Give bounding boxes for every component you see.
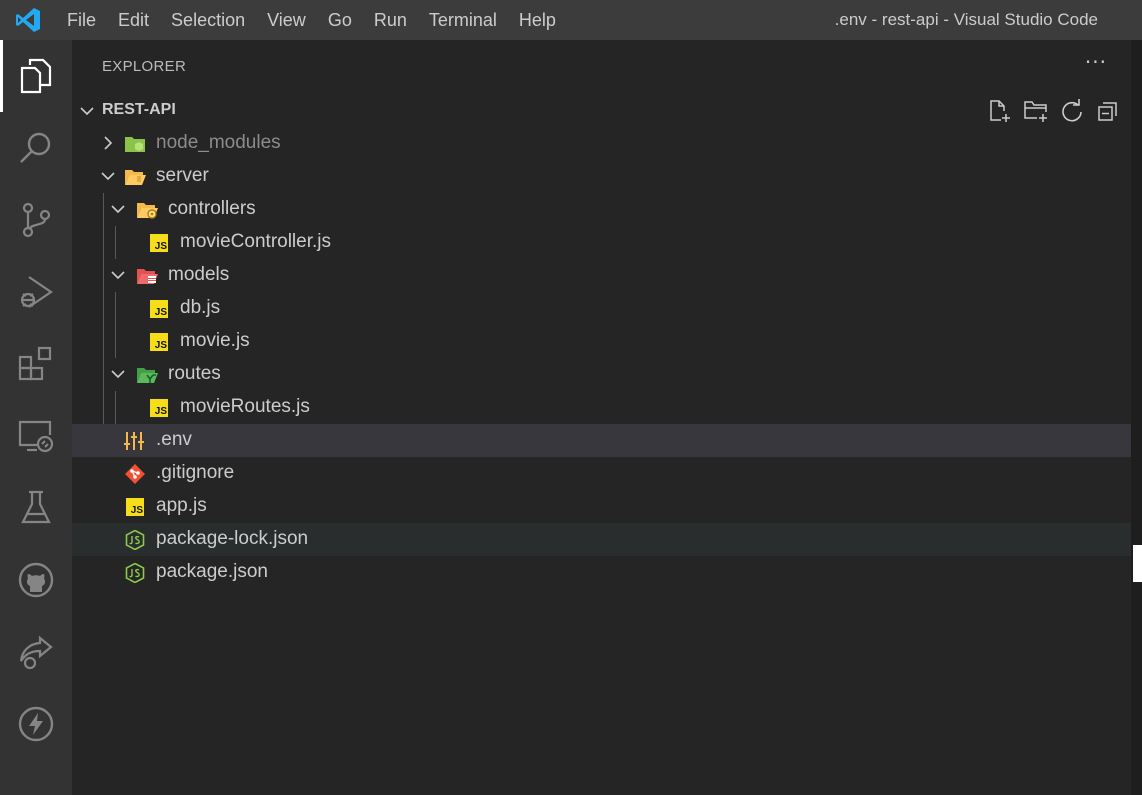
explorer-title: EXPLORER (102, 58, 187, 75)
window-title: .env - rest-api - Visual Studio Code (834, 10, 1098, 29)
tree-item-label: server (156, 165, 209, 186)
tree-item-label: .env (156, 429, 192, 450)
tree-item-label: routes (168, 363, 221, 384)
title-bar: File Edit Selection View Go Run Terminal… (0, 0, 1142, 40)
remote-explorer-icon[interactable] (0, 400, 72, 472)
chevron-down-icon (111, 271, 125, 280)
activity-bar (0, 40, 72, 795)
tree-item-gitignore[interactable]: .gitignore (72, 457, 1131, 490)
vscode-logo-icon (0, 0, 56, 40)
tree-item-label: movieRoutes.js (180, 396, 310, 417)
tree-item-label: db.js (180, 297, 221, 318)
tree-item-label: node_modules (156, 132, 281, 153)
js-file-icon: JS (150, 234, 168, 252)
controllers-folder-icon (137, 203, 158, 219)
tree-item-app-js[interactable]: JS app.js (72, 490, 1131, 523)
chevron-down-icon (80, 107, 94, 116)
menu-bar: File Edit Selection View Go Run Terminal… (56, 0, 567, 40)
chevron-down-icon (111, 205, 125, 214)
nodejs-file-icon (125, 563, 145, 583)
explorer-icon[interactable] (0, 40, 72, 112)
workspace-root[interactable]: REST-API (72, 94, 1131, 127)
more-actions-icon[interactable]: ··· (1085, 50, 1107, 74)
tree-item-label: package-lock.json (156, 528, 309, 549)
menu-file[interactable]: File (56, 0, 107, 40)
collapse-all-icon[interactable] (1095, 98, 1121, 124)
menu-help[interactable]: Help (508, 0, 567, 40)
tree-item-models[interactable]: models (72, 259, 1131, 292)
js-file-icon: JS (150, 300, 168, 318)
menu-terminal[interactable]: Terminal (418, 0, 508, 40)
js-file-icon: JS (150, 333, 168, 351)
tree-item-movieroutes-js[interactable]: JS movieRoutes.js (72, 391, 1131, 424)
js-file-icon: JS (126, 498, 144, 516)
menu-go[interactable]: Go (317, 0, 363, 40)
tree-item-label: controllers (168, 198, 256, 219)
menu-edit[interactable]: Edit (107, 0, 160, 40)
chevron-down-icon (101, 172, 115, 181)
tree-item-label: models (168, 264, 230, 285)
github-icon[interactable] (0, 544, 72, 616)
tree-item-movie-js[interactable]: JS movie.js (72, 325, 1131, 358)
explorer-panel: EXPLORER ··· REST-API node_modules serve… (72, 40, 1131, 795)
node-folder-icon (125, 137, 145, 152)
editor-area-edge (1131, 40, 1142, 795)
extensions-icon[interactable] (0, 328, 72, 400)
nodejs-file-icon (125, 530, 145, 550)
run-debug-icon[interactable] (0, 256, 72, 328)
chevron-right-icon (104, 136, 113, 150)
folder-open-icon (125, 170, 146, 185)
tree-item-controllers[interactable]: controllers (72, 193, 1131, 226)
workspace-root-label: REST-API (102, 101, 176, 118)
models-folder-icon (137, 269, 158, 284)
chevron-down-icon (111, 370, 125, 379)
testing-icon[interactable] (0, 472, 72, 544)
menu-run[interactable]: Run (363, 0, 418, 40)
tree-item-env[interactable]: .env (72, 424, 1131, 457)
tree-item-label: package.json (156, 561, 268, 582)
env-file-icon (124, 432, 144, 450)
tree-item-label: movieController.js (180, 231, 331, 252)
new-folder-icon[interactable] (1023, 98, 1049, 124)
js-file-icon: JS (150, 399, 168, 417)
tree-item-routes[interactable]: routes (72, 358, 1131, 391)
menu-selection[interactable]: Selection (160, 0, 256, 40)
tree-item-server[interactable]: server (72, 160, 1131, 193)
source-control-icon[interactable] (0, 184, 72, 256)
tree-item-package-lock-json[interactable]: package-lock.json (72, 523, 1131, 556)
menu-view[interactable]: View (256, 0, 317, 40)
new-file-icon[interactable] (987, 98, 1013, 124)
git-file-icon (125, 464, 145, 484)
tree-item-package-json[interactable]: package.json (72, 556, 1131, 589)
editor-scroll-marker (1133, 545, 1142, 582)
live-share-icon[interactable] (0, 616, 72, 688)
routes-folder-icon (137, 368, 158, 383)
tree-item-moviecontroller-js[interactable]: JS movieController.js (72, 226, 1131, 259)
tree-item-label: app.js (156, 495, 207, 516)
tree-item-node-modules[interactable]: node_modules (72, 127, 1131, 160)
thunder-client-icon[interactable] (0, 688, 72, 760)
tree-item-db-js[interactable]: JS db.js (72, 292, 1131, 325)
search-icon[interactable] (0, 112, 72, 184)
refresh-icon[interactable] (1059, 98, 1085, 124)
tree-item-label: .gitignore (156, 462, 235, 483)
tree-item-label: movie.js (180, 330, 250, 351)
